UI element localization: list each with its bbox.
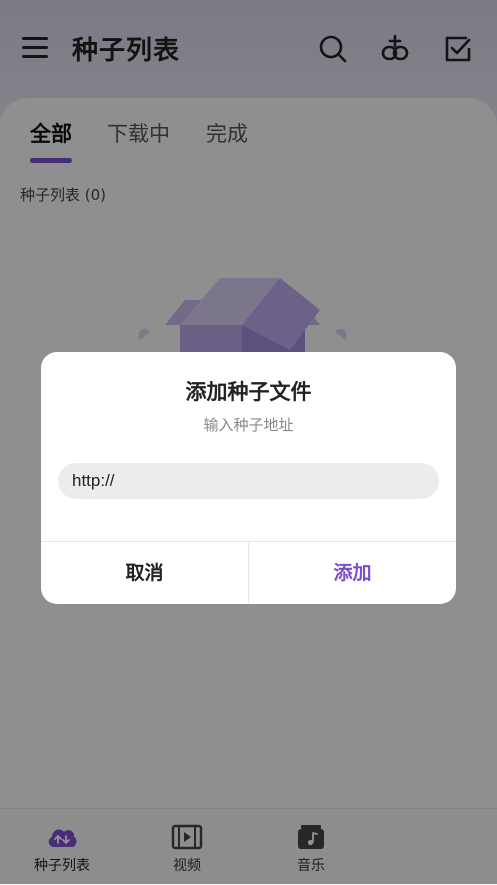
dialog-subtitle: 输入种子地址 [203, 416, 294, 434]
cancel-button[interactable]: 取消 [41, 542, 248, 604]
dialog-title: 添加种子文件 [185, 380, 312, 404]
torrent-url-input[interactable] [58, 463, 439, 499]
add-torrent-dialog: 添加种子文件 输入种子地址 取消 添加 [41, 352, 456, 604]
add-button[interactable]: 添加 [249, 542, 456, 604]
